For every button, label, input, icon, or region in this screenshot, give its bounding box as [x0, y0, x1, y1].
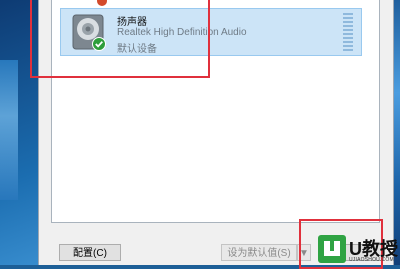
watermark-logo-icon: [318, 235, 346, 263]
set-default-button[interactable]: 设为默认值(S): [221, 244, 297, 261]
watermark-brand: U教授: [349, 239, 398, 259]
annotation-highlight-device: [30, 0, 210, 78]
configure-button[interactable]: 配置(C): [59, 244, 121, 261]
watermark: U教授 UJIAOSHOU.COM: [318, 233, 400, 265]
desktop-wallpaper-left: [0, 60, 18, 200]
watermark-domain: UJIAOSHOU.COM: [349, 257, 394, 263]
volume-level-meter: [343, 13, 353, 51]
